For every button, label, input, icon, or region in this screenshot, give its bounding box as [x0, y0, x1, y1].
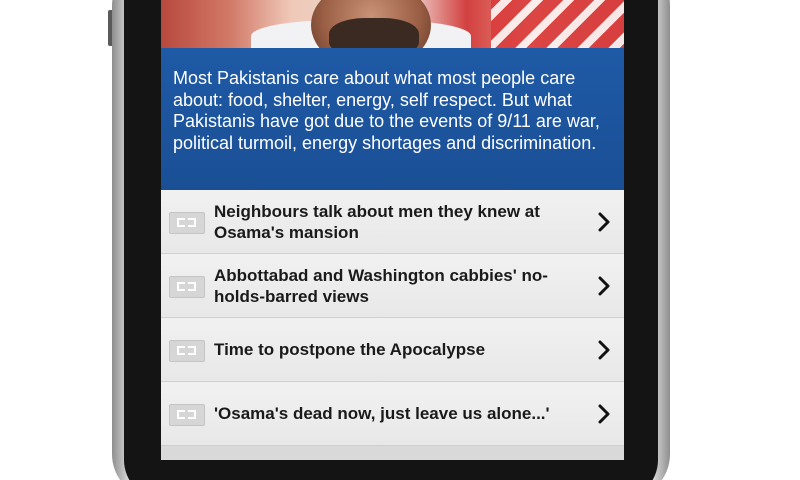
photo-caption: Most Pakistanis care about what most peo… [161, 48, 624, 190]
photo-flag [491, 0, 624, 48]
chevron-right-icon [598, 276, 610, 296]
image-placeholder-icon [169, 276, 205, 298]
story-list-item[interactable]: Abbottabad and Washington cabbies' no-ho… [161, 254, 624, 318]
stage: Most Pakistanis care about what most peo… [0, 0, 800, 480]
chevron-right-icon [598, 404, 610, 424]
story-list: Neighbours talk about men they knew at O… [161, 190, 624, 446]
story-title: 'Osama's dead now, just leave us alone..… [214, 404, 550, 423]
story-list-item[interactable]: Time to postpone the Apocalypse [161, 318, 624, 382]
story-list-item[interactable]: 'Osama's dead now, just leave us alone..… [161, 382, 624, 446]
story-title: Abbottabad and Washington cabbies' no-ho… [214, 265, 548, 306]
photo-beard [329, 18, 419, 48]
chevron-right-icon [598, 212, 610, 232]
story-title: Neighbours talk about men they knew at O… [214, 201, 540, 242]
chevron-right-icon [598, 340, 610, 360]
next-item-peek [161, 446, 624, 460]
header-photo[interactable] [161, 0, 624, 48]
caption-text: Most Pakistanis care about what most peo… [173, 68, 600, 153]
image-placeholder-icon [169, 340, 205, 362]
image-placeholder-icon [169, 404, 205, 426]
image-placeholder-icon [169, 212, 205, 234]
story-list-item[interactable]: Neighbours talk about men they knew at O… [161, 190, 624, 254]
phone-screen: Most Pakistanis care about what most peo… [161, 0, 624, 460]
story-title: Time to postpone the Apocalypse [214, 340, 486, 359]
